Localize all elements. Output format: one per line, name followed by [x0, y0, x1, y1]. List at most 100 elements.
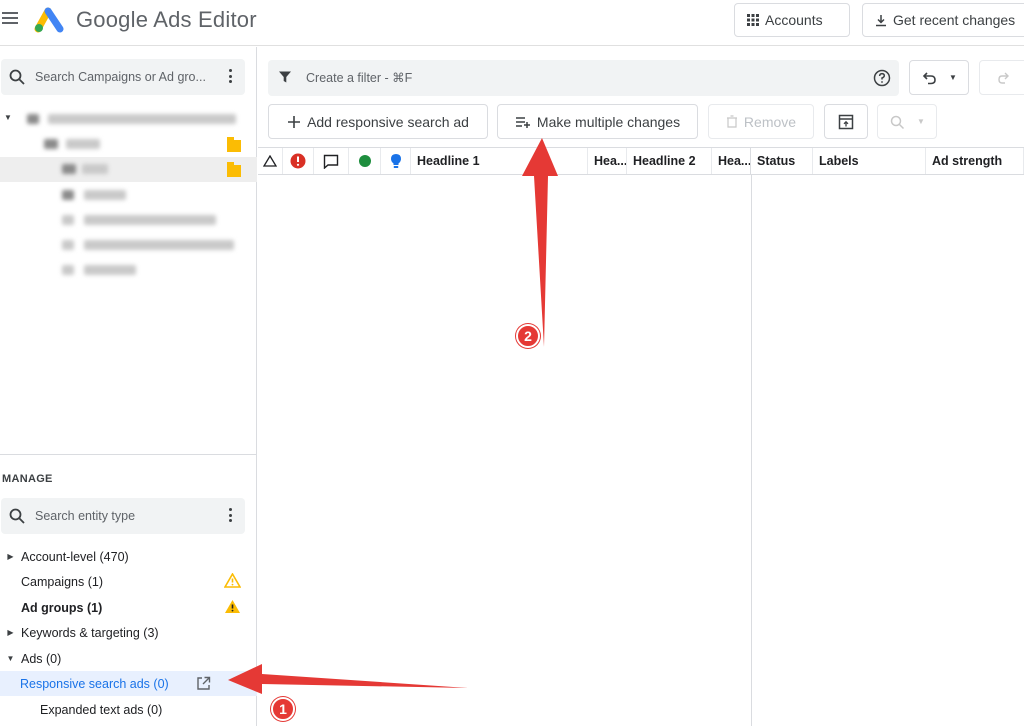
item-name-redacted — [84, 240, 234, 250]
get-recent-changes-button[interactable]: Get recent changes — [862, 3, 1024, 37]
app-title: Google Ads Editor — [76, 7, 257, 32]
search-replace-icon — [890, 115, 905, 129]
tree-adgroup-row[interactable] — [0, 157, 257, 182]
help-icon[interactable] — [872, 68, 892, 88]
item-name-redacted — [84, 190, 126, 200]
item-name-redacted — [84, 265, 136, 275]
collapse-caret-icon[interactable]: ▼ — [0, 654, 21, 663]
campaign-search-input[interactable]: Search Campaigns or Ad gro... — [1, 59, 245, 95]
warning-outline-icon — [224, 573, 241, 588]
column-labels[interactable]: Labels — [813, 148, 926, 174]
grid-icon — [747, 14, 759, 26]
entity-label: Account-level (470) — [21, 549, 129, 564]
open-in-new-icon[interactable] — [196, 676, 211, 691]
entity-expanded-text-ads[interactable]: Expanded text ads (0) — [0, 697, 257, 722]
expand-caret-icon[interactable]: ▶ — [0, 552, 21, 561]
adgroup-icon — [62, 164, 76, 174]
annotation-badge-1: 1 — [271, 697, 295, 721]
lightbulb-icon — [390, 154, 401, 168]
playlist-add-icon — [515, 116, 531, 128]
column-headline-2-pos[interactable]: Hea... — [712, 148, 751, 174]
recommendation-column[interactable] — [381, 148, 411, 174]
entity-ads[interactable]: ▼ Ads (0) — [0, 646, 257, 671]
tree-campaign-row[interactable] — [0, 132, 257, 157]
add-rsa-label: Add responsive search ad — [307, 113, 469, 130]
manage-divider — [0, 454, 257, 455]
column-ad-strength[interactable]: Ad strength — [926, 148, 1024, 174]
entity-label: Campaigns (1) — [21, 574, 103, 589]
warning-flag-icon — [227, 137, 241, 152]
get-recent-changes-label: Get recent changes — [893, 12, 1016, 28]
campaign-name-redacted — [66, 139, 100, 149]
more-vert-icon[interactable] — [229, 69, 233, 86]
account-name-redacted — [48, 114, 236, 124]
column-headline-1[interactable]: Headline 1 — [411, 148, 588, 174]
grid-header: Headline 1 Hea... Headline 2 Hea... Stat… — [258, 147, 1024, 175]
download-icon — [875, 14, 887, 27]
filter-input[interactable]: Create a filter - ⌘F — [268, 60, 899, 96]
campaign-search-placeholder: Search Campaigns or Ad gro... — [35, 70, 206, 84]
tree-item-row[interactable] — [0, 207, 257, 232]
column-status[interactable]: Status — [751, 148, 813, 174]
column-headline-2[interactable]: Headline 2 — [627, 148, 712, 174]
status-dot-column[interactable] — [349, 148, 381, 174]
entity-label: Ads (0) — [21, 651, 62, 666]
hamburger-menu-icon[interactable] — [2, 12, 18, 28]
entity-label: Responsive search ads (0) — [20, 676, 169, 691]
undo-icon — [922, 71, 936, 84]
dropdown-caret-icon[interactable]: ▼ — [949, 73, 957, 82]
error-icon — [290, 153, 306, 169]
expand-caret-icon[interactable]: ▶ — [0, 628, 21, 637]
redo-icon — [998, 72, 1009, 84]
annotation-arrow-1 — [228, 664, 468, 694]
make-multiple-changes-button[interactable]: Make multiple changes — [497, 104, 698, 139]
export-button[interactable] — [824, 104, 868, 139]
warning-filled-icon — [225, 600, 240, 613]
replace-text-button[interactable]: ▼ — [877, 104, 937, 139]
entity-keywords-targeting[interactable]: ▶ Keywords & targeting (3) — [0, 620, 257, 645]
app-header: Google Ads Editor Accounts Get recent ch… — [0, 0, 1024, 46]
google-ads-logo — [34, 7, 64, 33]
entity-account-level[interactable]: ▶ Account-level (470) — [0, 544, 257, 569]
filter-icon — [279, 71, 291, 83]
entity-search-input[interactable]: Search entity type — [1, 498, 245, 534]
app-window: Google Ads Editor Accounts Get recent ch… — [0, 0, 1024, 726]
accounts-label: Accounts — [765, 12, 823, 28]
entity-search-placeholder: Search entity type — [35, 509, 136, 523]
adgroup-name-redacted — [82, 164, 108, 174]
error-column[interactable] — [283, 148, 314, 174]
search-icon — [9, 69, 25, 85]
entity-responsive-search-ads[interactable]: Responsive search ads (0) — [0, 671, 257, 696]
item-icon — [62, 190, 74, 200]
tree-item-row[interactable] — [0, 182, 257, 207]
left-panel: Search Campaigns or Ad gro... ▼ MANAGE S… — [0, 47, 257, 726]
undo-button[interactable]: ▼ — [909, 60, 969, 95]
upload-box-icon — [838, 114, 854, 129]
item-name-redacted — [84, 215, 216, 225]
column-headline-1-pos[interactable]: Hea... — [588, 148, 627, 174]
entity-label: Expanded text ads (0) — [40, 702, 163, 717]
tree-account-row[interactable]: ▼ — [0, 107, 257, 132]
green-dot-icon — [358, 155, 371, 167]
collapse-caret-icon[interactable]: ▼ — [4, 113, 12, 122]
entity-campaigns[interactable]: Campaigns (1) — [0, 569, 257, 594]
tree-item-row[interactable] — [0, 232, 257, 257]
account-icon — [27, 114, 39, 124]
plus-icon — [287, 115, 301, 129]
add-responsive-search-ad-button[interactable]: Add responsive search ad — [268, 104, 488, 139]
remove-button[interactable]: Remove — [708, 104, 814, 139]
manage-heading: MANAGE — [2, 473, 53, 485]
remove-label: Remove — [743, 113, 797, 130]
make-multiple-changes-label: Make multiple changes — [536, 113, 681, 130]
more-vert-icon[interactable] — [229, 508, 233, 525]
search-icon — [9, 508, 25, 524]
tree-item-row[interactable] — [0, 257, 257, 282]
redo-button[interactable] — [979, 60, 1024, 95]
warning-flag-icon — [227, 162, 241, 177]
accounts-button[interactable]: Accounts — [734, 3, 850, 37]
entity-ad-groups[interactable]: Ad groups (1) — [0, 595, 257, 620]
dropdown-caret-icon[interactable]: ▼ — [917, 117, 925, 126]
entity-label: Ad groups (1) — [21, 600, 103, 615]
comment-column[interactable] — [314, 148, 349, 174]
triangle-warning-column[interactable] — [258, 148, 283, 174]
